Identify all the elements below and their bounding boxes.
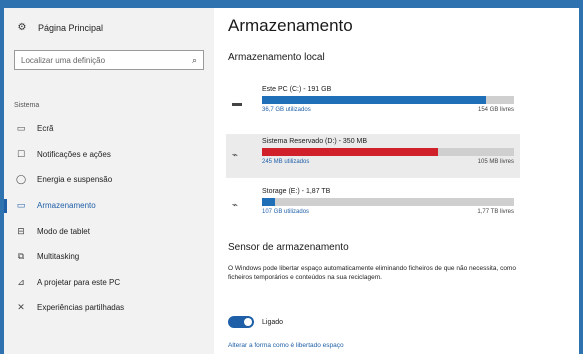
drive-free: 154 GB livres <box>477 107 514 113</box>
drive-item[interactable]: ⌁ Sistema Reservado (D:) - 350 MB 245 MB u… <box>226 134 520 178</box>
drive-usage-fill <box>262 148 439 156</box>
change-space-link[interactable]: Alterar a forma como é libertado espaço <box>228 342 344 349</box>
drive-usage-fill <box>262 198 275 206</box>
section-label: Sistema <box>14 102 40 109</box>
search-input[interactable]: Localizar uma definição ⌕ <box>14 50 204 70</box>
sidebar-item-label: Energia e suspensão <box>37 175 113 185</box>
drive-free: 105 MB livres <box>477 159 514 165</box>
settings-window: ⚙ Página Principal Localizar uma definiç… <box>4 8 579 354</box>
drive-icon: ▬ <box>232 98 242 109</box>
drive-free: 1,77 TB livres <box>477 209 514 215</box>
drive-item[interactable]: ⌁ Storage (E:) - 1,87 TB 107 GB utilizados… <box>226 184 520 228</box>
sidebar-item[interactable]: ⊟ Modo de tablet <box>4 218 214 244</box>
toggle-label: Ligado <box>262 318 284 326</box>
sidebar-item-label: Multitasking <box>37 252 80 262</box>
drive-used: 245 MB utilizados <box>262 159 310 165</box>
storage-icon: ▭ <box>16 200 26 211</box>
gear-icon: ⚙ <box>17 22 27 33</box>
multitasking-icon: ⧉ <box>17 251 25 262</box>
sidebar-item[interactable]: ▭ Armazenamento <box>4 193 214 219</box>
local-storage-heading: Armazenamento local <box>228 52 325 63</box>
drive-used: 107 GB utilizados <box>262 209 310 215</box>
sidebar-item-label: A projetar para este PC <box>37 277 121 287</box>
storage-sense-heading: Sensor de armazenamento <box>228 242 349 253</box>
drive-name: Este PC (C:) - 191 GB <box>262 86 332 93</box>
sidebar-item[interactable]: ⊿ A projetar para este PC <box>4 270 214 296</box>
drive-name: Sistema Reservado (D:) - 350 MB <box>262 138 368 145</box>
drive-used: 36,7 GB utilizados <box>262 107 311 113</box>
sidebar-item-label: Experiências partilhadas <box>37 303 125 313</box>
shared-experiences-icon: ✕ <box>17 302 25 313</box>
sidebar-item[interactable]: ✕ Experiências partilhadas <box>4 295 214 321</box>
storage-sense-toggle-row: Ligado <box>228 316 283 328</box>
main-content: Armazenamento Armazenamento local ▬ Este … <box>214 8 579 354</box>
drive-item[interactable]: ▬ Este PC (C:) - 191 GB 36,7 GB utilizados… <box>226 82 520 126</box>
tablet-icon: ⊟ <box>17 225 25 236</box>
sidebar-item-label: Modo de tablet <box>37 226 90 236</box>
sidebar-item[interactable]: ☐ Notificações e ações <box>4 142 214 168</box>
power-icon: ◯ <box>15 174 27 185</box>
notifications-icon: ☐ <box>16 148 26 159</box>
drive-usage-bar <box>262 148 514 156</box>
search-placeholder: Localizar uma definição <box>21 55 106 65</box>
drive-icon: ⌁ <box>232 200 239 211</box>
home-label: Página Principal <box>38 22 104 33</box>
drive-usage-bar <box>262 96 514 104</box>
drive-usage-bar <box>262 198 514 206</box>
storage-sense-description: O Windows pode libertar espaço automatic… <box>228 265 516 281</box>
sidebar-item-label: Notificações e ações <box>37 149 111 159</box>
sidebar-item[interactable]: ◯ Energia e suspensão <box>4 167 214 193</box>
sidebar-item-label: Ecrã <box>37 124 54 134</box>
sidebar-item[interactable]: ▭ Ecrã <box>4 116 214 142</box>
project-icon: ⊿ <box>17 276 25 287</box>
sidebar-item[interactable]: ⧉ Multitasking <box>4 244 214 270</box>
toggle-knob <box>244 318 252 326</box>
storage-sense-toggle[interactable] <box>228 316 254 328</box>
search-icon: ⌕ <box>191 54 197 65</box>
page-title: Armazenamento <box>228 16 353 35</box>
drive-icon: ⌁ <box>232 150 239 161</box>
sidebar: ⚙ Página Principal Localizar uma definiç… <box>4 8 214 354</box>
monitor-icon: ▭ <box>16 123 26 134</box>
home-nav-item[interactable]: ⚙ Página Principal <box>14 22 104 33</box>
sidebar-item-label: Armazenamento <box>37 201 96 211</box>
sidebar-nav: ▭ Ecrã ☐ Notificações e ações ◯ Energia e sus… <box>4 116 214 321</box>
drive-usage-fill <box>262 96 487 104</box>
drive-name: Storage (E:) - 1,87 TB <box>262 188 331 195</box>
